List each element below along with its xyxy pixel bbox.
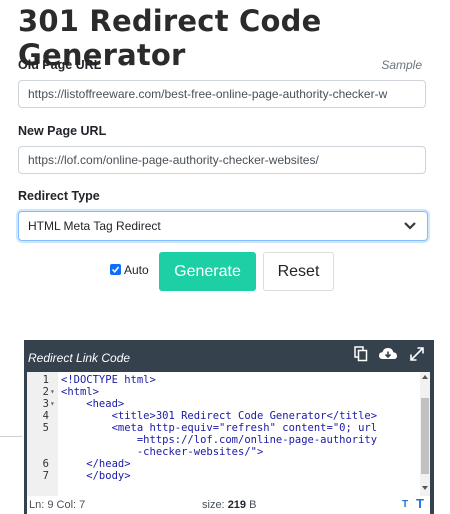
line-number: 7 bbox=[42, 470, 49, 482]
code-text: <!DOCTYPE html> bbox=[61, 374, 156, 386]
sample-link[interactable]: Sample bbox=[381, 58, 422, 72]
decrease-font-icon[interactable]: T bbox=[402, 496, 408, 514]
redirect-type-value: HTML Meta Tag Redirect bbox=[28, 219, 161, 233]
code-text: =https://lof.com/online-page-authority bbox=[61, 434, 378, 446]
editor-scrollbar[interactable] bbox=[420, 372, 430, 496]
code-size-unit: B bbox=[246, 499, 257, 511]
code-editor[interactable]: 1 <!DOCTYPE html> 2 ▾ <html> 3 ▾ <head> 4 <titl… bbox=[27, 372, 430, 496]
code-line: 3 ▾ <head> bbox=[27, 398, 422, 410]
code-output-panel: Redirect Link Code 1 <!DOCTYPE html> 2 ▾ <ht… bbox=[24, 340, 434, 514]
code-line: =https://lof.com/online-page-authority bbox=[27, 434, 422, 446]
reset-button[interactable]: Reset bbox=[263, 252, 334, 291]
fold-toggle[interactable]: ▾ bbox=[50, 398, 55, 410]
old-url-label: Old Page URL bbox=[18, 58, 102, 72]
code-text: </body> bbox=[61, 470, 131, 482]
code-line: 5 <meta http-equiv="refresh" content="0;… bbox=[27, 422, 422, 434]
auto-label: Auto bbox=[124, 263, 149, 277]
redirect-type-label: Redirect Type bbox=[18, 189, 100, 203]
auto-checkbox[interactable] bbox=[110, 264, 121, 275]
code-line: -checker-websites/"> bbox=[27, 446, 422, 458]
line-number: 3 bbox=[42, 398, 49, 410]
new-url-input[interactable]: https://lof.com/online-page-authority-ch… bbox=[18, 146, 426, 174]
code-line: 1 <!DOCTYPE html> bbox=[27, 374, 422, 386]
code-size: size: 219 B bbox=[202, 496, 256, 514]
cursor-position: Ln: 9 Col: 7 bbox=[29, 499, 86, 511]
code-line: 4 <title>301 Redirect Code Generator</ti… bbox=[27, 410, 422, 422]
code-panel-title: Redirect Link Code bbox=[28, 351, 131, 365]
old-url-input[interactable]: https://listoffreeware.com/best-free-onl… bbox=[18, 80, 426, 108]
cloud-download-icon[interactable] bbox=[378, 346, 398, 362]
expand-icon[interactable] bbox=[409, 346, 425, 362]
scroll-thumb[interactable] bbox=[421, 398, 429, 474]
copy-icon[interactable] bbox=[354, 346, 368, 362]
code-text: <html> bbox=[61, 386, 99, 398]
code-size-value: 219 bbox=[227, 499, 247, 511]
divider bbox=[0, 436, 22, 437]
code-line: 7 </body> bbox=[27, 470, 422, 482]
editor-status-bar: Ln: 9 Col: 7 size: 219 B T T bbox=[27, 496, 430, 514]
chevron-down-icon bbox=[404, 222, 416, 230]
code-size-label: size: bbox=[202, 499, 228, 511]
code-text: <meta http-equiv="refresh" content="0; u… bbox=[61, 422, 378, 434]
code-text: -checker-websites/"> bbox=[61, 446, 264, 458]
scroll-up-arrow[interactable] bbox=[422, 375, 428, 379]
auto-toggle[interactable]: Auto bbox=[110, 263, 149, 277]
code-panel-header: Redirect Link Code bbox=[24, 340, 434, 372]
redirect-type-select[interactable]: HTML Meta Tag Redirect bbox=[18, 211, 428, 241]
generate-button[interactable]: Generate bbox=[159, 252, 256, 291]
increase-font-icon[interactable]: T bbox=[416, 495, 424, 513]
code-text: <head> bbox=[61, 398, 125, 410]
new-url-label: New Page URL bbox=[18, 124, 107, 138]
code-text: <title>301 Redirect Code Generator</titl… bbox=[61, 410, 378, 422]
scroll-down-arrow[interactable] bbox=[422, 486, 428, 490]
line-number: 1 bbox=[42, 374, 49, 386]
fold-toggle[interactable]: ▾ bbox=[50, 386, 55, 398]
line-number: 6 bbox=[42, 458, 49, 470]
code-text: </head> bbox=[61, 458, 131, 470]
code-line: 6 </head> bbox=[27, 458, 422, 470]
line-number: 5 bbox=[42, 422, 49, 434]
line-number: 2 bbox=[42, 386, 49, 398]
line-number: 4 bbox=[42, 410, 49, 422]
code-line: 2 ▾ <html> bbox=[27, 386, 422, 398]
